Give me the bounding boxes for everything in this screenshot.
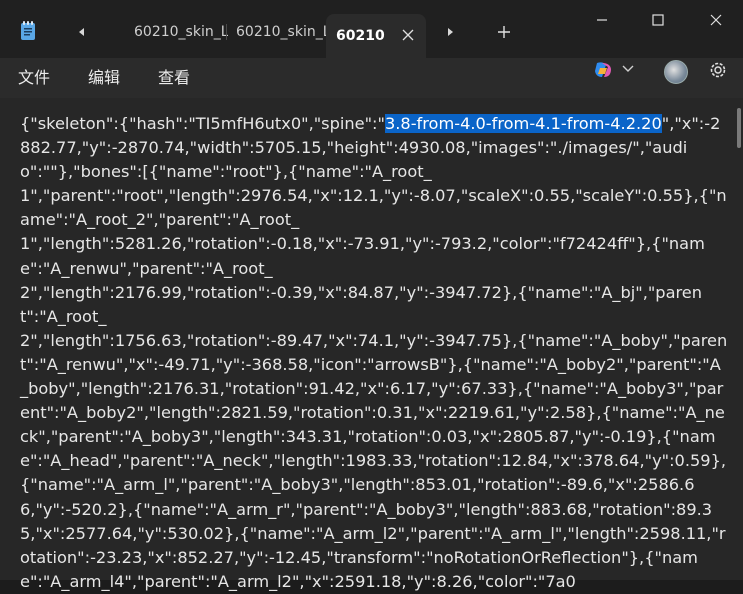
maximize-button[interactable] — [638, 8, 678, 32]
chevron-left-icon — [79, 28, 84, 36]
vertical-scrollbar[interactable] — [737, 108, 741, 148]
copilot-icon[interactable] — [592, 59, 614, 81]
maximize-icon — [652, 14, 664, 26]
minimize-button[interactable] — [582, 8, 622, 32]
tab-file-1[interactable]: 60210_skin_L — [124, 14, 228, 50]
tab-label: 60210_skin_L — [134, 24, 228, 40]
text-editor[interactable]: {"skeleton":{"hash":"TI5mfH6utx0","spine… — [0, 98, 743, 591]
copilot-dropdown[interactable] — [622, 62, 634, 76]
gear-icon[interactable] — [707, 59, 729, 81]
selected-text: 3.8-from-4.0-from-4.1-from-4.2.20 — [384, 114, 662, 133]
tab-label: 60210 — [336, 28, 385, 44]
menu-file[interactable]: 文件 — [18, 64, 50, 88]
new-tab-button[interactable] — [494, 22, 514, 42]
close-icon — [710, 14, 722, 26]
text-before-selection: {"skeleton":{"hash":"TI5mfH6utx0","spine… — [20, 114, 385, 133]
menu-view[interactable]: 查看 — [158, 64, 190, 88]
chevron-down-icon — [622, 65, 634, 72]
tab-active-file[interactable]: 60210 — [326, 14, 426, 58]
close-icon — [402, 29, 414, 41]
notepad-icon — [21, 21, 35, 40]
avatar[interactable] — [664, 60, 688, 84]
document-text[interactable]: {"skeleton":{"hash":"TI5mfH6utx0","spine… — [20, 112, 728, 594]
scroll-tabs-right-button[interactable] — [440, 22, 460, 42]
tab-file-2[interactable]: 60210_skin_L — [226, 14, 330, 50]
minimize-icon — [597, 19, 607, 21]
chevron-right-icon — [448, 28, 453, 36]
tab-label: 60210_skin_L — [236, 24, 330, 40]
close-window-button[interactable] — [696, 8, 736, 32]
plus-icon — [498, 26, 510, 38]
menu-edit[interactable]: 编辑 — [88, 64, 120, 88]
close-tab-button[interactable] — [402, 26, 414, 45]
scroll-tabs-left-button[interactable] — [72, 22, 92, 42]
title-bar: 60210_skin_L 60210_skin_L 60210 — [0, 0, 743, 58]
text-after-selection: ","x":-2882.77,"y":-2870.74,"width":5705… — [20, 114, 728, 591]
